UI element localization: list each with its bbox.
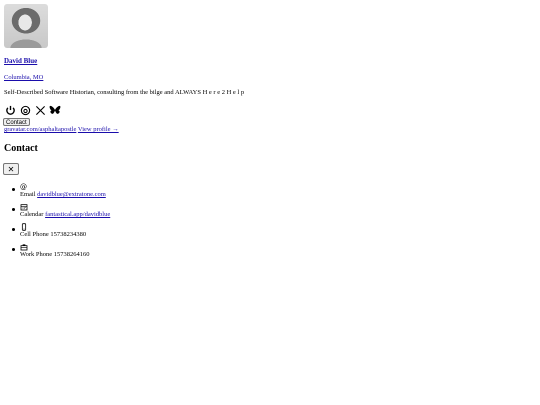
list-item: Calendar fantastical.app/davidblue: [11, 203, 110, 223]
briefcase-icon: [20, 243, 28, 251]
cell-phone-value: 15738234380: [50, 231, 87, 238]
contact-list: @ Email davidblue@extratone.com Calendar…: [11, 183, 110, 263]
contact-button[interactable]: Contact: [3, 118, 30, 126]
power-icon[interactable]: [4, 104, 16, 116]
contact-label: Work Phone: [20, 251, 53, 258]
profile-name-link[interactable]: David Blue: [4, 57, 37, 65]
calendar-link[interactable]: fantastical.app/davidblue: [45, 211, 110, 218]
at-icon: @: [20, 183, 27, 191]
x-icon[interactable]: [34, 104, 46, 116]
list-item: @ Email davidblue@extratone.com: [11, 183, 110, 203]
close-button[interactable]: ✕: [3, 163, 19, 175]
contact-label: Cell Phone: [20, 231, 49, 238]
list-item: Work Phone 15738264160: [11, 243, 110, 263]
list-item: Cell Phone 15738234380: [11, 223, 110, 243]
work-phone-value: 15738264160: [53, 251, 90, 258]
profile-links: gravatar.com/asphaltapostle View profile…: [4, 126, 119, 133]
location-link[interactable]: Columbia, MO: [4, 74, 43, 81]
contact-label: Email: [20, 191, 36, 198]
email-link[interactable]: davidblue@extratone.com: [37, 191, 106, 198]
profile-bio: Self-Described Software Historian, consu…: [4, 89, 245, 96]
threads-icon[interactable]: [19, 104, 31, 116]
avatar: [4, 4, 48, 48]
mobile-phone-icon: [20, 223, 28, 231]
contact-label: Calendar: [20, 211, 44, 218]
view-profile-link[interactable]: View profile →: [78, 126, 119, 133]
social-links: [4, 104, 61, 116]
calendar-icon: [20, 203, 28, 211]
bluesky-icon[interactable]: [49, 104, 61, 116]
gravatar-link[interactable]: gravatar.com/asphaltapostle: [4, 126, 76, 133]
contact-heading: Contact: [4, 143, 38, 154]
